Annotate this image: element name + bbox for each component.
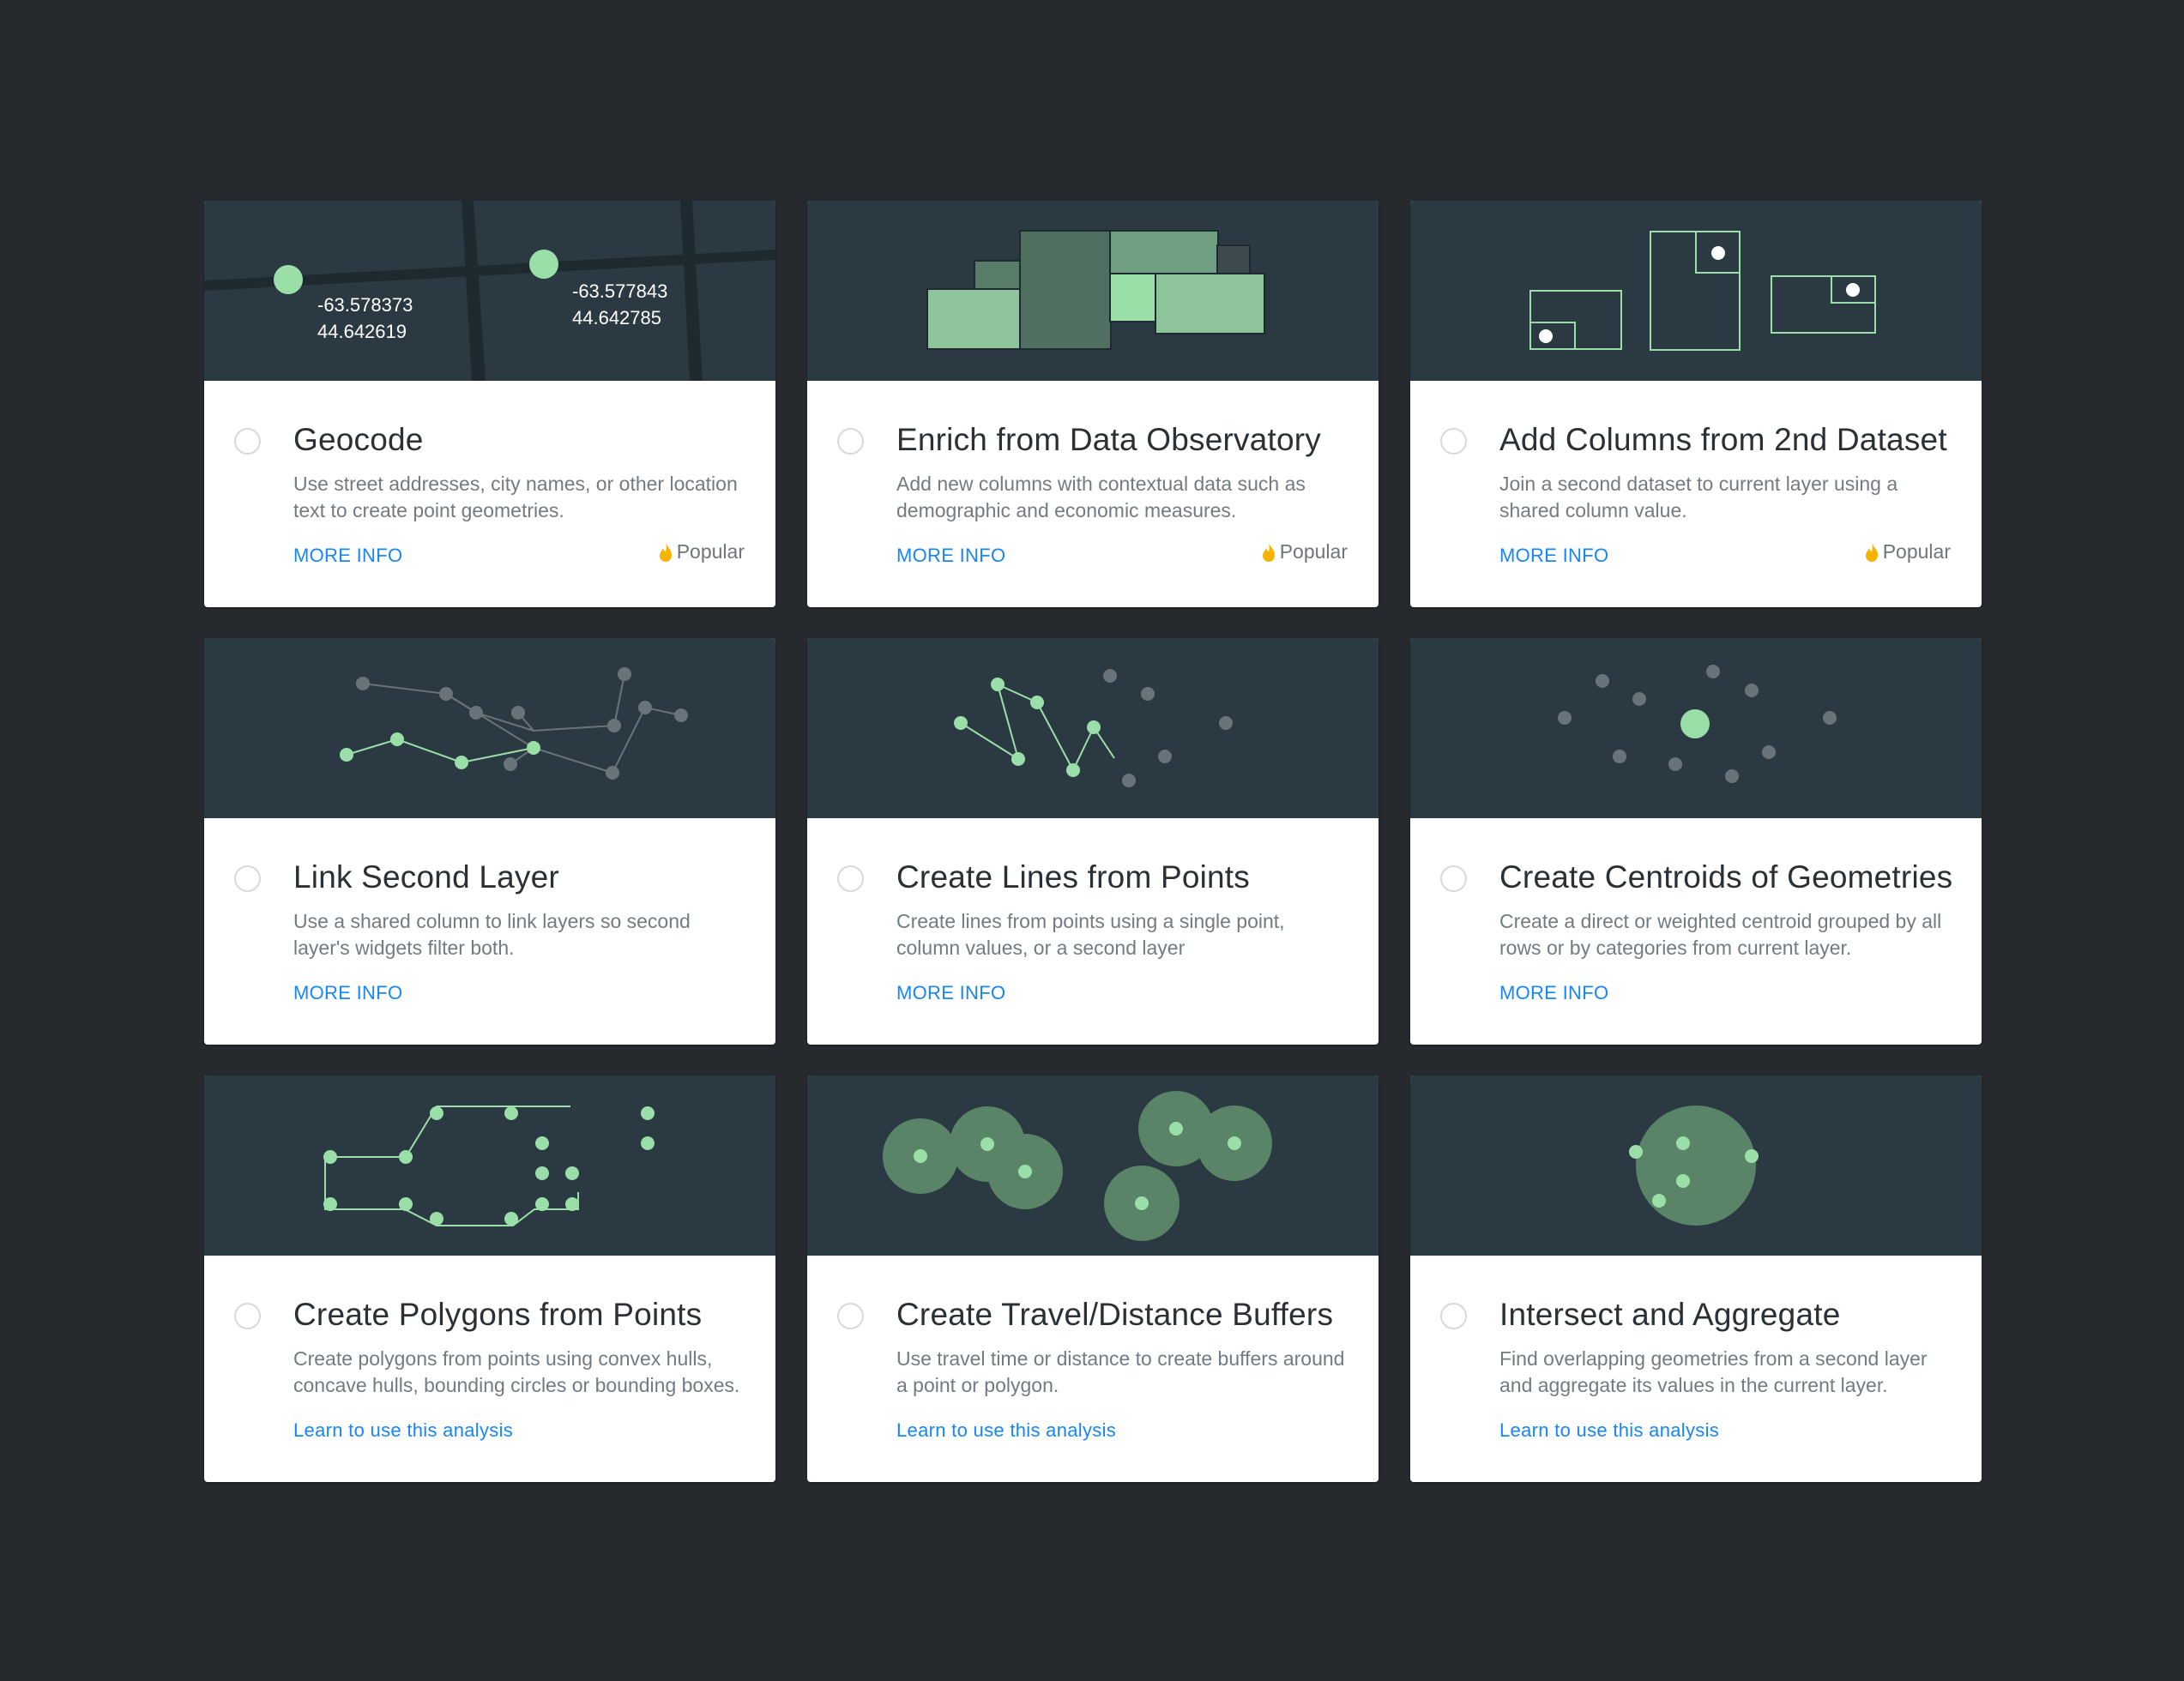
more-info-link[interactable]: MORE INFO bbox=[1499, 545, 1608, 567]
select-radio[interactable] bbox=[234, 1303, 261, 1329]
analysis-card-link-layer[interactable]: Link Second Layer Use a shared column to… bbox=[204, 638, 775, 1045]
flame-icon bbox=[1262, 542, 1275, 562]
analysis-grid: -63.578373 44.642619 -63.577843 44.64278… bbox=[204, 201, 1982, 1482]
learn-analysis-link[interactable]: Learn to use this analysis bbox=[896, 1419, 1116, 1442]
popular-badge: Popular bbox=[1261, 540, 1348, 563]
more-info-link[interactable]: MORE INFO bbox=[1499, 982, 1608, 1004]
flame-icon bbox=[1865, 542, 1878, 562]
more-info-link[interactable]: MORE INFO bbox=[896, 982, 1005, 1004]
card-description: Join a second dataset to current layer u… bbox=[1499, 473, 1898, 521]
card-description: Use travel time or distance to create bu… bbox=[896, 1347, 1345, 1396]
card-title: Create Centroids of Geometries bbox=[1499, 859, 1953, 895]
card-title: Create Polygons from Points bbox=[293, 1297, 703, 1332]
card-title: Create Lines from Points bbox=[896, 859, 1250, 895]
coordinate-label: -63.578373 44.642619 bbox=[317, 292, 413, 345]
longitude-value: -63.577843 bbox=[572, 280, 668, 302]
map-points-illustration: -63.578373 44.642619 -63.577843 44.64278… bbox=[204, 201, 775, 381]
analysis-card-add-columns[interactable]: Add Columns from 2nd Dataset Join a seco… bbox=[1410, 201, 1982, 607]
linked-networks-illustration bbox=[204, 638, 775, 818]
analysis-card-enrich[interactable]: Enrich from Data Observatory Add new col… bbox=[807, 201, 1379, 607]
card-title: Enrich from Data Observatory bbox=[896, 422, 1321, 457]
popular-badge: Popular bbox=[658, 540, 745, 563]
card-title: Add Columns from 2nd Dataset bbox=[1499, 422, 1947, 457]
popular-label: Popular bbox=[676, 540, 745, 563]
select-radio[interactable] bbox=[1440, 428, 1467, 455]
select-radio[interactable] bbox=[1440, 1303, 1467, 1329]
more-info-link[interactable]: MORE INFO bbox=[293, 982, 402, 1004]
select-radio[interactable] bbox=[1440, 865, 1467, 892]
card-description: Add new columns with contextual data suc… bbox=[896, 473, 1306, 521]
popular-label: Popular bbox=[1279, 540, 1348, 563]
card-description: Create lines from points using a single … bbox=[896, 910, 1285, 959]
card-title: Create Travel/Distance Buffers bbox=[896, 1297, 1334, 1332]
card-description: Create polygons from points using convex… bbox=[293, 1347, 740, 1396]
buffers-illustration bbox=[807, 1075, 1379, 1256]
popular-badge: Popular bbox=[1864, 540, 1951, 563]
more-info-link[interactable]: MORE INFO bbox=[293, 545, 402, 567]
join-tables-illustration bbox=[1410, 201, 1982, 381]
flame-icon bbox=[659, 542, 672, 562]
learn-analysis-link[interactable]: Learn to use this analysis bbox=[293, 1419, 513, 1442]
centroid-illustration bbox=[1410, 638, 1982, 818]
analysis-card-geocode[interactable]: -63.578373 44.642619 -63.577843 44.64278… bbox=[204, 201, 775, 607]
select-radio[interactable] bbox=[837, 428, 864, 455]
card-description: Use street addresses, city names, or oth… bbox=[293, 473, 738, 521]
select-radio[interactable] bbox=[837, 865, 864, 892]
select-radio[interactable] bbox=[837, 1303, 864, 1329]
longitude-value: -63.578373 bbox=[317, 294, 413, 316]
card-description: Find overlapping geometries from a secon… bbox=[1499, 1347, 1928, 1396]
intersect-aggregate-illustration bbox=[1410, 1075, 1982, 1256]
card-title: Link Second Layer bbox=[293, 859, 559, 895]
analysis-card-centroids[interactable]: Create Centroids of Geometries Create a … bbox=[1410, 638, 1982, 1045]
polygons-from-points-illustration bbox=[204, 1075, 775, 1256]
analysis-card-polygons-from-points[interactable]: Create Polygons from Points Create polyg… bbox=[204, 1075, 775, 1482]
latitude-value: 44.642619 bbox=[317, 321, 407, 342]
select-radio[interactable] bbox=[234, 865, 261, 892]
treemap-illustration bbox=[807, 201, 1379, 381]
popular-label: Popular bbox=[1882, 540, 1951, 563]
card-title: Geocode bbox=[293, 422, 424, 457]
analysis-card-lines-from-points[interactable]: Create Lines from Points Create lines fr… bbox=[807, 638, 1379, 1045]
card-title: Intersect and Aggregate bbox=[1499, 1297, 1841, 1332]
learn-analysis-link[interactable]: Learn to use this analysis bbox=[1499, 1419, 1719, 1442]
latitude-value: 44.642785 bbox=[572, 307, 661, 328]
card-description: Create a direct or weighted centroid gro… bbox=[1499, 910, 1942, 959]
more-info-link[interactable]: MORE INFO bbox=[896, 545, 1005, 567]
lines-from-points-illustration bbox=[807, 638, 1379, 818]
analysis-card-intersect-aggregate[interactable]: Intersect and Aggregate Find overlapping… bbox=[1410, 1075, 1982, 1482]
coordinate-label: -63.577843 44.642785 bbox=[572, 278, 667, 331]
select-radio[interactable] bbox=[234, 428, 261, 455]
card-description: Use a shared column to link layers so se… bbox=[293, 910, 691, 959]
analysis-card-buffers[interactable]: Create Travel/Distance Buffers Use trave… bbox=[807, 1075, 1379, 1482]
